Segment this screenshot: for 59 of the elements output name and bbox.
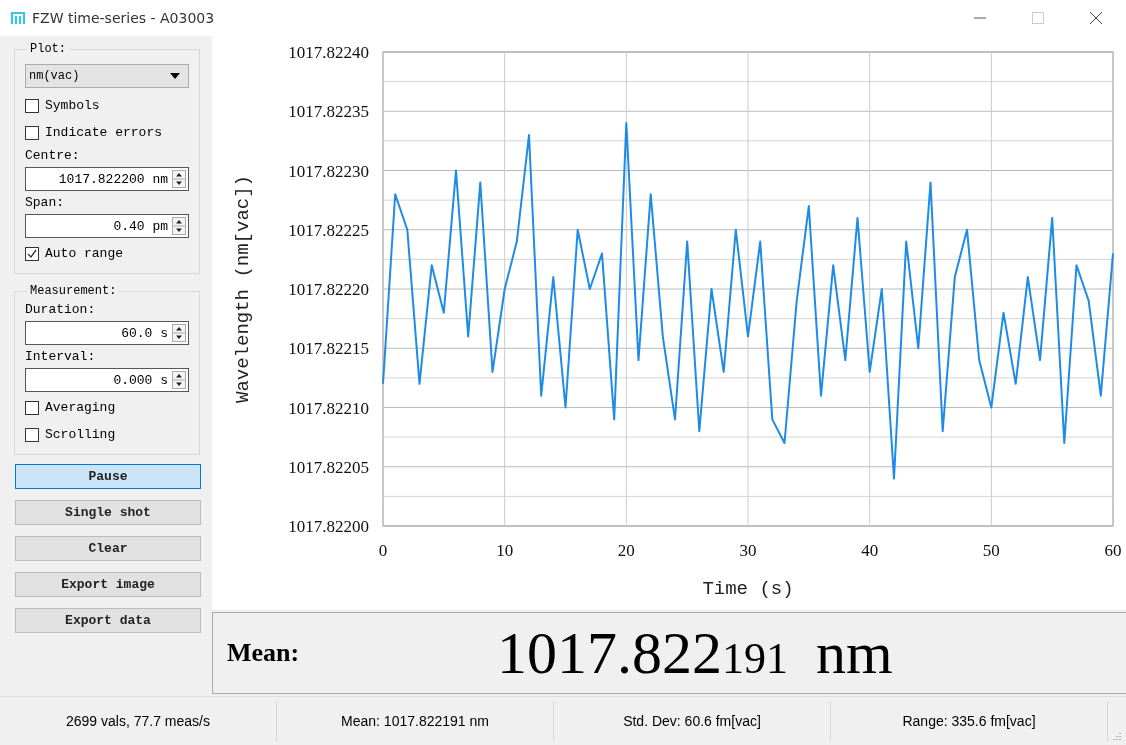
checkbox-label[interactable]: Averaging — [45, 400, 116, 415]
spin-arrows-icon[interactable] — [172, 217, 186, 235]
field-label: Interval: — [25, 349, 97, 364]
y-tick-label: 1017.82205 — [288, 457, 369, 477]
status-text: Range: 335.6 fm[vac] — [831, 701, 1108, 741]
x-tick-label: 20 — [617, 541, 635, 560]
y-tick-label: 1017.82240 — [288, 43, 369, 62]
y-tick-label: 1017.82235 — [288, 102, 369, 122]
status-text: Std. Dev: 60.6 fm[vac] — [554, 701, 831, 741]
window-title: FZW time-series - A03003 — [32, 10, 215, 26]
field-label: Centre: — [25, 148, 81, 163]
checkbox[interactable] — [25, 427, 39, 442]
checkbox-label[interactable]: Indicate errors — [45, 125, 163, 140]
resize-grip-icon[interactable] — [1112, 731, 1122, 741]
y-tick-label: 1017.82210 — [288, 398, 369, 418]
spin-arrows-icon[interactable] — [172, 170, 186, 188]
action-button[interactable]: Export data — [15, 608, 201, 633]
checkbox[interactable] — [25, 400, 39, 415]
checkbox[interactable] — [25, 98, 39, 113]
spin-box[interactable]: 60.0 s — [25, 321, 189, 345]
y-tick-label: 1017.82220 — [288, 280, 369, 299]
y-tick-label: 1017.82215 — [288, 339, 369, 359]
group-title: Plot: — [29, 42, 67, 56]
checkbox-label[interactable]: Auto range — [45, 246, 123, 261]
close-icon[interactable] — [1090, 12, 1102, 24]
mean-value: 1017.822191 nm — [497, 618, 893, 688]
spin-arrows-icon[interactable] — [172, 371, 186, 389]
unit-dropdown[interactable]: nm(vac) — [25, 64, 189, 88]
x-tick-label: 60 — [1104, 541, 1122, 560]
field-label: Span: — [25, 195, 65, 210]
field-label: Duration: — [25, 302, 97, 317]
mean-label: Mean: — [227, 638, 301, 668]
caret-icon — [170, 73, 180, 79]
x-tick-label: 40 — [861, 541, 879, 560]
spin-box[interactable]: 0.40 pm — [25, 214, 189, 238]
spin-box[interactable]: 0.000 s — [25, 368, 189, 392]
spin-arrows-icon[interactable] — [172, 324, 186, 342]
y-tick-label: 1017.82225 — [288, 220, 369, 240]
action-button[interactable]: Export image — [15, 572, 201, 597]
action-button[interactable]: Clear — [15, 536, 201, 561]
x-tick-label: 50 — [982, 541, 1000, 560]
y-tick-label: 1017.82200 — [288, 517, 369, 536]
spin-box[interactable]: 1017.822200 nm — [25, 167, 189, 191]
checkbox-label[interactable]: Symbols — [45, 98, 100, 113]
x-tick-label: 10 — [496, 541, 514, 560]
y-axis-title: Wavelength (nm[vac]) — [232, 175, 254, 403]
status-text: Mean: 1017.822191 nm — [277, 701, 554, 741]
checkbox-label[interactable]: Scrolling — [45, 427, 116, 442]
group-title: Measurement: — [29, 284, 118, 298]
x-tick-label: 30 — [739, 541, 757, 560]
action-button[interactable]: Single shot — [15, 500, 201, 525]
status-text: 2699 vals, 77.7 meas/s — [0, 701, 277, 741]
y-tick-label: 1017.82230 — [288, 161, 369, 181]
checkbox[interactable] — [25, 246, 39, 261]
x-tick-label: 0 — [378, 541, 388, 560]
app-logo-icon — [10, 10, 26, 26]
checkbox[interactable] — [25, 125, 39, 140]
action-button[interactable]: Pause — [15, 464, 201, 489]
x-axis-title: Time (s) — [702, 578, 794, 600]
